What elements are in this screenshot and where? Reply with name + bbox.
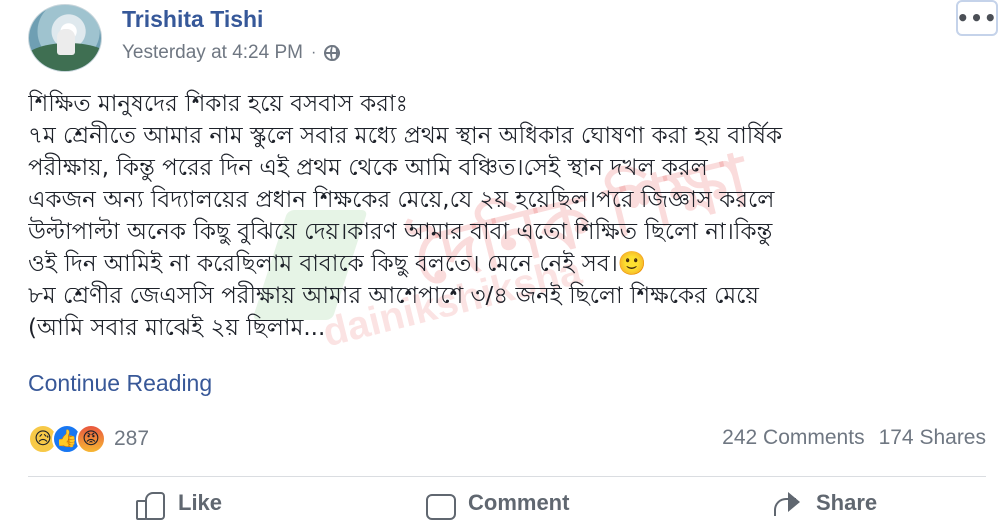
comment-icon: [424, 490, 456, 520]
more-options-button[interactable]: •••: [956, 0, 998, 36]
angry-icon: 😡: [76, 424, 106, 454]
post-meta: Yesterday at 4:24 PM ·: [122, 42, 341, 64]
meta-separator: ·: [310, 44, 317, 61]
post-stats: 242 Comments 174 Shares: [722, 426, 986, 450]
share-label: Share: [816, 490, 878, 515]
post-text-line: পরীক্ষায়, কিন্তু পরের দিন এই প্রথম থেকে…: [28, 155, 708, 181]
comment-button[interactable]: Comment: [424, 490, 570, 520]
share-button[interactable]: Share: [772, 490, 877, 516]
post-text-line: (আমি সবার মাঝেই ২য় ছিলাম...: [28, 315, 326, 341]
post-text-line: শিক্ষিত মানুষদের শিকার হয়ে বসবাস করাঃ: [28, 91, 408, 117]
divider: [28, 476, 986, 477]
thumb-up-icon: [134, 490, 165, 520]
like-button[interactable]: Like: [134, 490, 223, 520]
reactions-summary[interactable]: 😥 👍 😡 287: [28, 424, 149, 454]
avatar-figure: [57, 29, 75, 55]
globe-icon[interactable]: [324, 45, 341, 61]
comments-count[interactable]: 242 Comments: [722, 426, 864, 450]
action-bar: Like Comment Share: [0, 490, 1000, 522]
avatar[interactable]: [28, 4, 102, 72]
post-text: শিক্ষিত মানুষদের শিকার হয়ে বসবাস করাঃ ৭…: [28, 88, 980, 344]
post-text-line: উল্টাপাল্টা অনেক কিছু বুঝিয়ে দেয়।কারণ …: [28, 219, 773, 245]
post-text-line: একজন অন্য বিদ্যালয়ের প্রধান শিক্ষকের মে…: [28, 187, 775, 213]
share-icon: [772, 490, 802, 516]
post-text-line: ৭ম শ্রেনীতে আমার নাম স্কুলে সবার মধ্যে প…: [28, 123, 783, 149]
post-timestamp[interactable]: Yesterday at 4:24 PM: [122, 42, 303, 64]
like-label: Like: [178, 490, 223, 515]
post-text-line: ৮ম শ্রেণীর জেএসসি পরীক্ষায় আমার আশেপাশে…: [28, 283, 759, 309]
post-text-line: ওই দিন আমিই না করেছিলাম বাবাকে কিছু বলতে…: [28, 251, 647, 277]
reaction-count[interactable]: 287: [114, 427, 149, 451]
facebook-post: Trishita Tishi Yesterday at 4:24 PM · ••…: [0, 0, 1000, 522]
continue-reading-link[interactable]: Continue Reading: [28, 370, 212, 397]
comment-label: Comment: [468, 490, 570, 515]
author-name[interactable]: Trishita Tishi: [122, 6, 263, 33]
shares-count[interactable]: 174 Shares: [879, 426, 986, 450]
